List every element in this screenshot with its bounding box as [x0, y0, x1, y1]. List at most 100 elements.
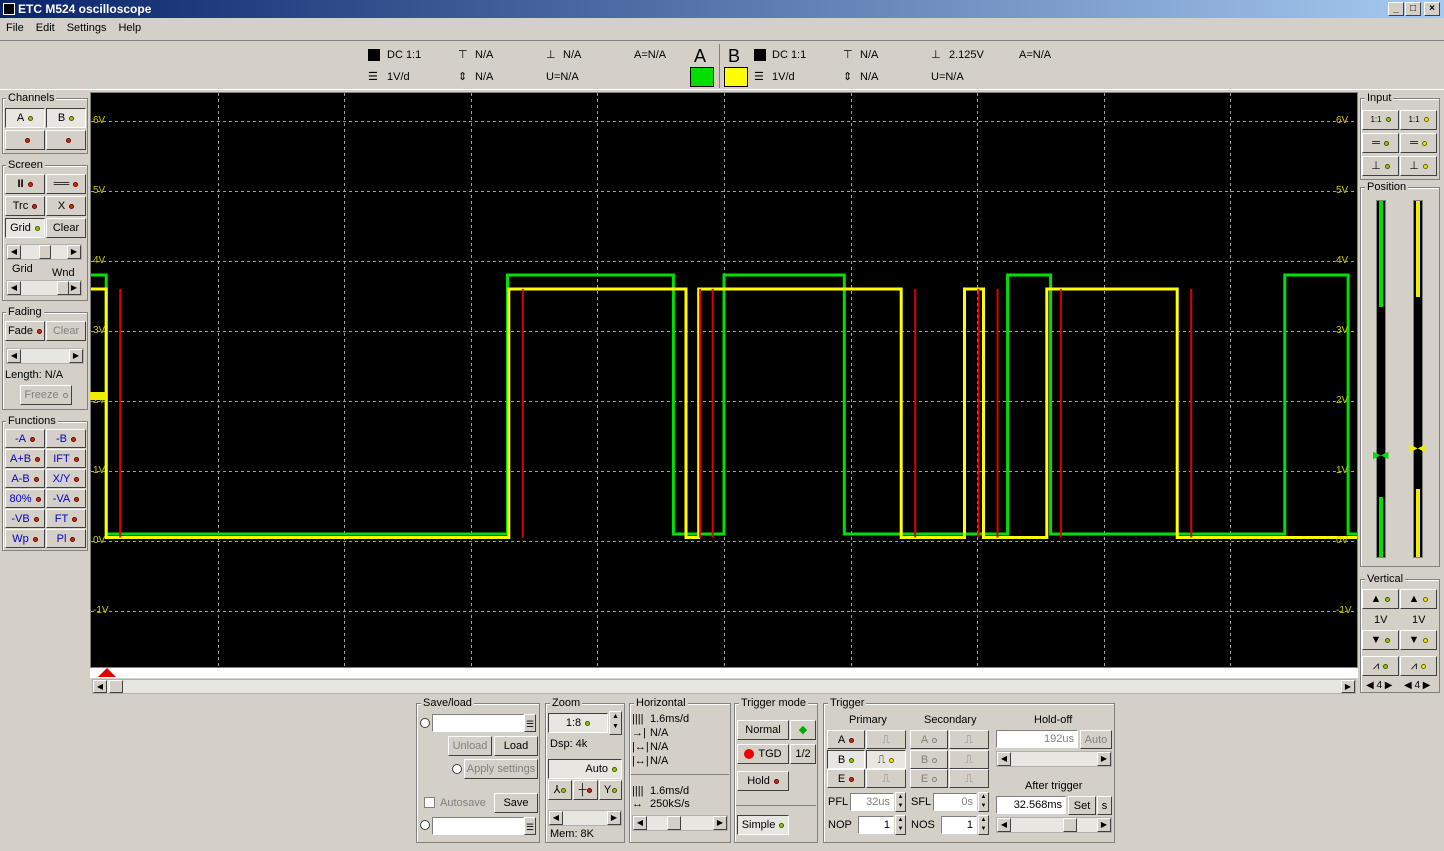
set-button[interactable]: Set	[1068, 796, 1096, 815]
nop-input[interactable]: 1	[858, 816, 894, 834]
pfl-input[interactable]: 32us	[850, 793, 894, 811]
vertical-b-up[interactable]: ▲	[1400, 589, 1437, 609]
input-b-ratio[interactable]: 1:1	[1400, 110, 1437, 130]
normal-mode-button[interactable]: Normal	[737, 720, 789, 740]
load-radio[interactable]	[420, 718, 430, 728]
save-browse-button[interactable]: ☰	[524, 817, 536, 835]
function-80-button[interactable]: 80%	[5, 489, 45, 508]
trace-button[interactable]: Trc	[5, 196, 45, 216]
channel-a-color[interactable]	[690, 67, 714, 87]
save-button[interactable]: Save	[494, 793, 538, 813]
grid-scrollbar[interactable]: ◀ ▶	[6, 244, 82, 260]
trigger-source-a[interactable]: A	[827, 730, 865, 749]
close-button[interactable]: ×	[1424, 2, 1440, 16]
vertical-a-up[interactable]: ▲	[1362, 589, 1399, 609]
load-button[interactable]: Load	[494, 736, 538, 756]
function-ift-button[interactable]: IFT	[46, 449, 86, 468]
channel-b-level-marker[interactable]	[90, 392, 106, 400]
secondary-source-e[interactable]: E	[910, 769, 948, 788]
vertical-a-steps[interactable]: ◀ 4 ▶	[1366, 679, 1393, 693]
position-b-slider[interactable]	[1413, 200, 1423, 558]
hold-button[interactable]: Hold	[737, 771, 789, 791]
position-a-thumb[interactable]: ▶◀	[1373, 451, 1388, 461]
fade-button[interactable]: Fade	[5, 321, 45, 341]
secondary-falling-icon[interactable]: ⎍	[949, 750, 989, 769]
function-ab-button[interactable]: A+B	[5, 449, 45, 468]
horizontal-scrollbar[interactable]: ◀ ▶	[632, 815, 728, 831]
secondary-source-a[interactable]: A	[910, 730, 948, 749]
input-a-ratio[interactable]: 1:1	[1362, 110, 1399, 130]
input-b-gnd[interactable]: ⊥	[1400, 156, 1437, 176]
after-trigger-scrollbar[interactable]: ◀ ▶	[996, 817, 1112, 833]
menu-help[interactable]: Help	[118, 22, 141, 34]
zoom-auto-button[interactable]: Auto	[548, 759, 622, 779]
holdoff-auto-button[interactable]: Auto	[1080, 730, 1112, 749]
input-b-dc[interactable]: ═	[1400, 133, 1437, 153]
lines-button[interactable]: ══	[46, 174, 86, 194]
zoom-mode-2[interactable]: ┼	[573, 780, 598, 800]
vertical-b-down[interactable]: ▼	[1400, 630, 1437, 650]
unload-button[interactable]: Unload	[448, 736, 492, 756]
half-button[interactable]: 1/2	[790, 744, 816, 764]
sfl-input[interactable]: 0s	[933, 793, 977, 811]
falling-edge-icon[interactable]: ⎍	[866, 750, 906, 769]
seconds-button[interactable]: s	[1097, 796, 1112, 815]
pfl-spinner[interactable]: ▲ ▼	[895, 792, 906, 812]
fade-clear-button[interactable]: Clear	[46, 321, 86, 341]
grid-button[interactable]: Grid	[5, 218, 45, 238]
menu-settings[interactable]: Settings	[67, 22, 107, 34]
function-b-button[interactable]: -B	[46, 429, 86, 448]
menu-edit[interactable]: Edit	[36, 22, 55, 34]
nos-input[interactable]: 1	[941, 816, 977, 834]
channel-a-aux[interactable]	[5, 130, 45, 150]
position-b-thumb[interactable]: ▶◀	[1410, 444, 1425, 454]
save-file-input[interactable]	[432, 817, 524, 835]
wnd-scrollbar[interactable]: ◀ ▶	[6, 280, 82, 296]
simple-button[interactable]: Simple	[737, 815, 789, 835]
minimize-button[interactable]: _	[1388, 2, 1404, 16]
freeze-button[interactable]: Freeze	[20, 385, 72, 405]
menu-file[interactable]: File	[6, 22, 24, 34]
autosave-checkbox[interactable]	[424, 797, 435, 808]
function-vb-button[interactable]: -VB	[5, 509, 45, 528]
nop-spinner[interactable]: ▲ ▼	[895, 815, 906, 835]
position-a-slider[interactable]	[1376, 200, 1386, 558]
scope-screen[interactable]	[90, 92, 1358, 668]
tgd-button[interactable]: TGD	[737, 744, 789, 764]
apply-radio[interactable]	[452, 764, 462, 774]
vertical-a-down[interactable]: ▼	[1362, 630, 1399, 650]
vertical-a-fine[interactable]: ⩘	[1362, 656, 1399, 676]
apply-settings-button[interactable]: Apply settings	[464, 759, 538, 779]
vertical-b-steps[interactable]: ◀ 4 ▶	[1404, 679, 1431, 693]
channel-b-aux[interactable]	[46, 130, 86, 150]
channel-b-toggle[interactable]: B	[46, 108, 86, 128]
trigger-source-b[interactable]: B	[827, 750, 865, 769]
sfl-spinner[interactable]: ▲ ▼	[978, 792, 989, 812]
channel-b-color[interactable]	[724, 67, 748, 87]
function-va-button[interactable]: -VA	[46, 489, 86, 508]
auto-trigger-icon[interactable]: ◆	[790, 720, 816, 740]
load-browse-button[interactable]: ☰	[524, 714, 536, 732]
function-a-button[interactable]: -A	[5, 429, 45, 448]
maximize-button[interactable]: □	[1405, 2, 1421, 16]
trigger-position-marker[interactable]	[98, 668, 116, 677]
function-ab-button[interactable]: A-B	[5, 469, 45, 488]
after-trigger-input[interactable]: 32.568ms	[996, 796, 1066, 814]
function-wp-button[interactable]: Wp	[5, 529, 45, 548]
vertical-b-fine[interactable]: ⩘	[1400, 656, 1437, 676]
x-button[interactable]: X	[46, 196, 86, 216]
function-pl-button[interactable]: Pl	[46, 529, 86, 548]
secondary-source-b[interactable]: B	[910, 750, 948, 769]
zoom-spinner[interactable]: ▲ ▼	[609, 711, 622, 735]
nos-spinner[interactable]: ▲ ▼	[978, 815, 989, 835]
load-file-input[interactable]	[432, 714, 524, 732]
rising-edge-icon[interactable]: ⎍	[866, 730, 906, 749]
zoom-mode-1[interactable]: ⅄	[548, 780, 572, 800]
trigger-source-e[interactable]: E	[827, 769, 865, 788]
zoom-value[interactable]: 1:8	[548, 713, 608, 733]
zoom-mode-3[interactable]: Y	[599, 780, 622, 800]
zoom-scrollbar[interactable]: ◀ ▶	[548, 810, 622, 826]
fade-scrollbar[interactable]: ◀ ▶	[6, 348, 84, 364]
pause-button[interactable]: II	[5, 174, 45, 194]
save-radio[interactable]	[420, 820, 430, 830]
